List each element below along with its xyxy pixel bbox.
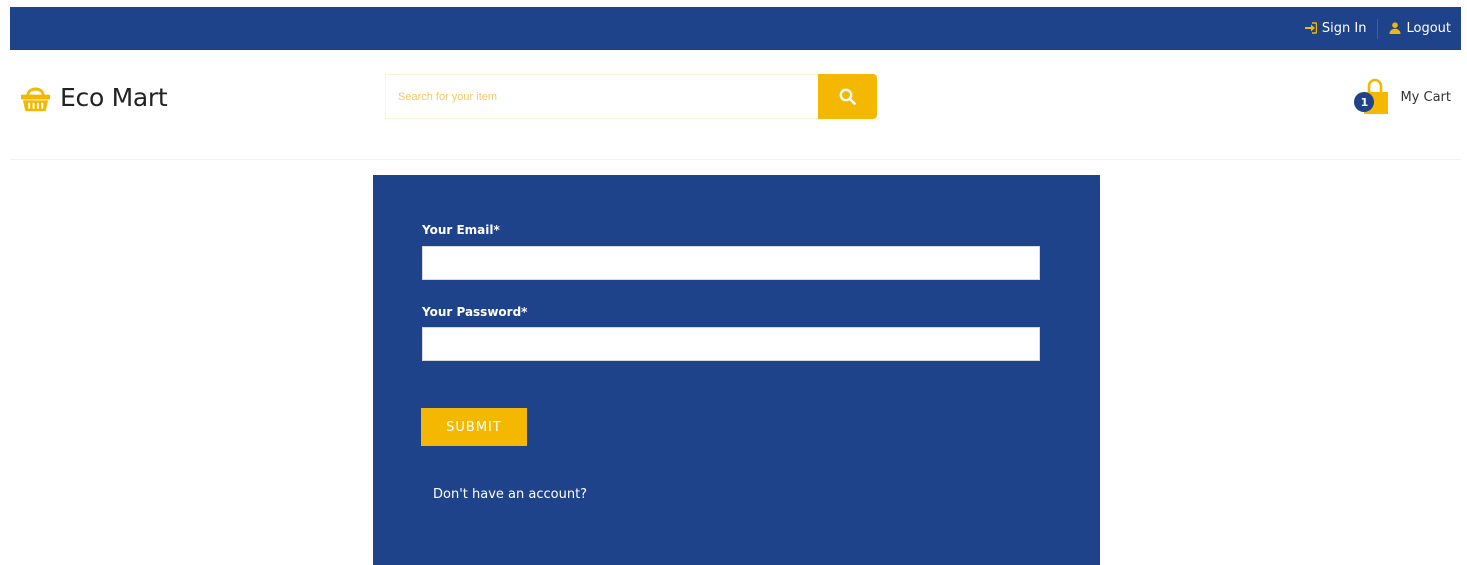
email-label: Your Email* bbox=[422, 223, 500, 237]
submit-button[interactable]: SUBMIT bbox=[421, 408, 527, 446]
logout-link[interactable]: Logout bbox=[1389, 21, 1451, 36]
cart-label: My Cart bbox=[1400, 89, 1451, 105]
email-field[interactable] bbox=[422, 246, 1040, 280]
site-header: Eco Mart 1 My Cart bbox=[10, 50, 1461, 160]
link-divider bbox=[1377, 18, 1379, 39]
password-field[interactable] bbox=[422, 327, 1040, 361]
user-icon bbox=[1389, 21, 1401, 36]
search-icon bbox=[839, 88, 856, 105]
cart-button[interactable]: 1 My Cart bbox=[1354, 78, 1451, 116]
sign-in-icon bbox=[1304, 21, 1318, 36]
account-links: Sign In Logout bbox=[1304, 7, 1451, 50]
signup-link[interactable]: Don't have an account? bbox=[433, 487, 587, 502]
brand-name: Eco Mart bbox=[60, 83, 168, 112]
login-panel: Your Email* Your Password* SUBMIT Don't … bbox=[373, 175, 1100, 565]
search-button[interactable] bbox=[818, 74, 877, 119]
top-bar: Sign In Logout bbox=[10, 7, 1461, 50]
basket-icon bbox=[20, 87, 51, 112]
sign-in-label: Sign In bbox=[1321, 21, 1367, 36]
sign-in-link[interactable]: Sign In bbox=[1304, 21, 1367, 36]
search-input[interactable] bbox=[385, 74, 818, 119]
brand-logo[interactable]: Eco Mart bbox=[19, 81, 168, 114]
cart-bag: 1 bbox=[1354, 78, 1390, 116]
logout-label: Logout bbox=[1406, 21, 1451, 36]
search-bar bbox=[385, 74, 877, 119]
password-label: Your Password* bbox=[422, 305, 528, 319]
